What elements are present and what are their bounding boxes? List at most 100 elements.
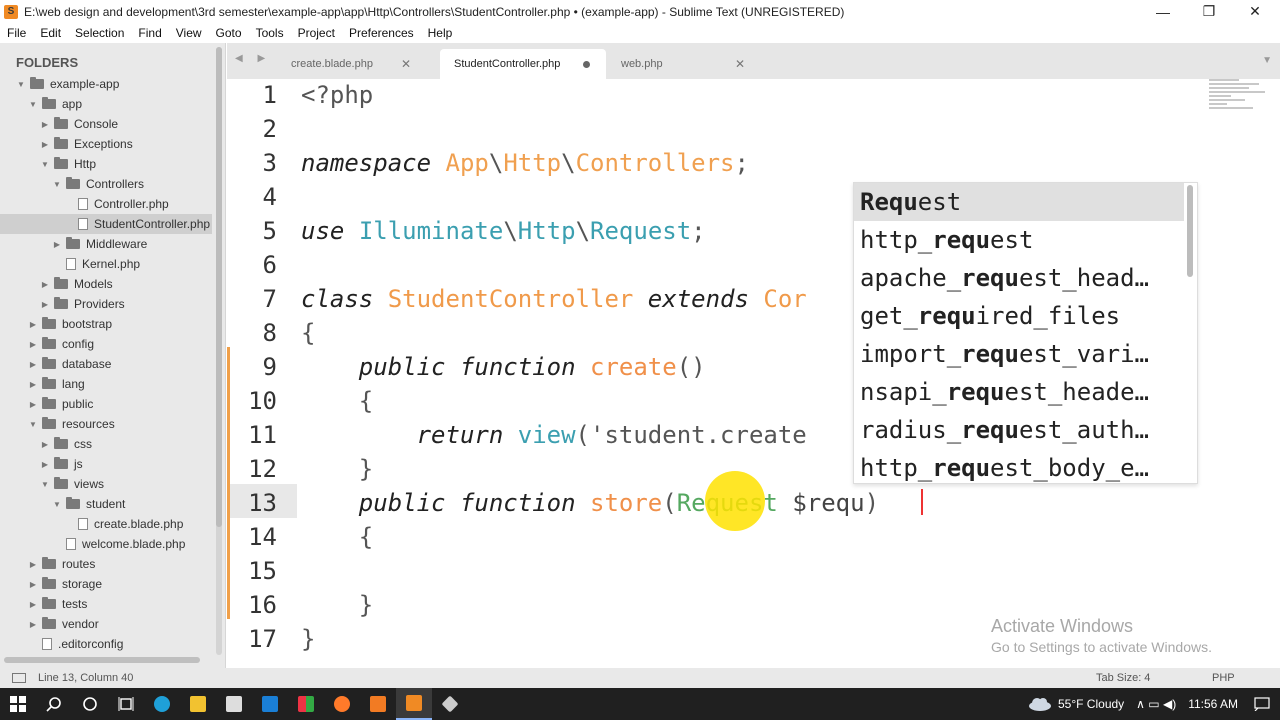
code-line[interactable]: } [301, 625, 315, 653]
panel-toggle-icon[interactable] [12, 673, 26, 683]
syntax-indicator[interactable]: PHP [1212, 672, 1235, 684]
code-line[interactable]: } [301, 591, 373, 619]
expand-right-icon[interactable]: ▶ [52, 240, 62, 249]
code-line[interactable]: { [301, 319, 315, 347]
mail-icon[interactable] [252, 688, 288, 720]
tab-close-icon[interactable]: ✕ [735, 57, 745, 71]
expand-right-icon[interactable]: ▶ [28, 400, 38, 409]
autocomplete-item[interactable]: radius_ requ est_auth… [854, 411, 1184, 449]
expand-right-icon[interactable]: ▶ [40, 280, 50, 289]
autocomplete-scrollbar[interactable] [1187, 185, 1193, 277]
expand-down-icon[interactable]: ▼ [16, 80, 26, 89]
tree-folder[interactable]: ▶ bootstrap [0, 314, 212, 334]
tree-file[interactable]: Kernel.php [0, 254, 212, 274]
tree-file[interactable]: .editorconfig [0, 634, 212, 654]
task-view-icon[interactable] [108, 688, 144, 720]
tree-folder[interactable]: ▼ resources [0, 414, 212, 434]
weather-text[interactable]: 55°F Cloudy [1058, 697, 1124, 711]
tree-folder[interactable]: ▼ views [0, 474, 212, 494]
tree-folder[interactable]: ▼ Http [0, 154, 212, 174]
expand-right-icon[interactable]: ▶ [28, 560, 38, 569]
minimize-button[interactable]: — [1140, 0, 1186, 23]
menu-project[interactable]: Project [291, 26, 342, 40]
code-line[interactable]: namespace App\Http\Controllers; [301, 149, 749, 177]
expand-right-icon[interactable]: ▶ [40, 140, 50, 149]
expand-down-icon[interactable]: ▼ [28, 100, 38, 109]
tree-folder[interactable]: ▶ Console [0, 114, 212, 134]
expand-right-icon[interactable]: ▶ [40, 440, 50, 449]
autocomplete-item[interactable]: apache_ requ est_head… [854, 259, 1184, 297]
tree-folder[interactable]: ▶ storage [0, 574, 212, 594]
maximize-button[interactable]: ❐ [1186, 0, 1232, 23]
minimap[interactable] [1209, 79, 1269, 115]
expand-right-icon[interactable]: ▶ [28, 320, 38, 329]
menu-view[interactable]: View [169, 26, 209, 40]
menu-selection[interactable]: Selection [68, 26, 131, 40]
tab-create-blade[interactable]: create.blade.php ✕ [277, 49, 423, 79]
code-line[interactable]: public function create() [301, 353, 706, 381]
notification-icon[interactable] [1254, 697, 1270, 711]
tree-file[interactable]: create.blade.php [0, 514, 212, 534]
tree-folder[interactable]: ▶ Models [0, 274, 212, 294]
tree-folder[interactable]: ▼ app [0, 94, 212, 114]
expand-right-icon[interactable]: ▶ [28, 580, 38, 589]
store-icon[interactable] [216, 688, 252, 720]
menu-help[interactable]: Help [421, 26, 460, 40]
tree-file[interactable]: Controller.php [0, 194, 212, 214]
sidebar-scrollbar-thumb[interactable] [216, 47, 222, 527]
tab-close-icon[interactable]: ✕ [401, 57, 411, 71]
expand-down-icon[interactable]: ▼ [52, 180, 62, 189]
autocomplete-item[interactable]: http_ requ est_body_e… [854, 449, 1184, 487]
tree-folder[interactable]: ▶ tests [0, 594, 212, 614]
autocomplete-item[interactable]: import_ requ est_vari… [854, 335, 1184, 373]
menu-edit[interactable]: Edit [33, 26, 68, 40]
menu-file[interactable]: File [0, 26, 33, 40]
code-line[interactable]: return view('student.create [301, 421, 807, 449]
edge-icon[interactable] [144, 688, 180, 720]
autocomplete-item[interactable]: http_ requ est [854, 221, 1184, 259]
expand-right-icon[interactable]: ▶ [28, 340, 38, 349]
tab-size-indicator[interactable]: Tab Size: 4 [1096, 672, 1150, 684]
tree-folder[interactable]: ▼ example-app [0, 74, 212, 94]
office-icon[interactable] [288, 688, 324, 720]
tree-folder[interactable]: ▼ Controllers [0, 174, 212, 194]
expand-right-icon[interactable]: ▶ [28, 620, 38, 629]
xampp-icon[interactable] [360, 688, 396, 720]
tree-folder[interactable]: ▼ student [0, 494, 212, 514]
expand-down-icon[interactable]: ▼ [40, 480, 50, 489]
expand-right-icon[interactable]: ▶ [28, 600, 38, 609]
menu-find[interactable]: Find [131, 26, 168, 40]
tree-folder[interactable]: ▶ Middleware [0, 234, 212, 254]
tab-list-dropdown-icon[interactable]: ▼ [1262, 55, 1272, 66]
close-window-button[interactable]: ✕ [1232, 0, 1278, 23]
expand-right-icon[interactable]: ▶ [28, 360, 38, 369]
autocomplete-item[interactable]: Requ est [854, 183, 1184, 221]
tree-folder[interactable]: ▶ Exceptions [0, 134, 212, 154]
clock[interactable]: 11:56 AM [1188, 697, 1238, 711]
code-line[interactable]: class StudentController extends Cor [301, 285, 807, 313]
autocomplete-item[interactable]: get_ requ ired_files [854, 297, 1184, 335]
expand-right-icon[interactable]: ▶ [40, 300, 50, 309]
expand-right-icon[interactable]: ▶ [40, 460, 50, 469]
code-line[interactable]: { [301, 387, 373, 415]
expand-down-icon[interactable]: ▼ [52, 500, 62, 509]
git-icon[interactable] [432, 688, 468, 720]
tray-icons[interactable]: ∧ ▭ ◀) [1136, 697, 1176, 711]
code-line[interactable]: } [301, 455, 373, 483]
expand-down-icon[interactable]: ▼ [28, 420, 38, 429]
tree-folder[interactable]: ▶ css [0, 434, 212, 454]
expand-right-icon[interactable]: ▶ [40, 120, 50, 129]
expand-down-icon[interactable]: ▼ [40, 160, 50, 169]
file-explorer-icon[interactable] [180, 688, 216, 720]
tab-student-controller[interactable]: StudentController.php [440, 49, 606, 79]
autocomplete-popup[interactable]: Requ est http_ requ est apache_ requ est_head… g… [853, 182, 1198, 484]
cortana-icon[interactable] [72, 688, 108, 720]
tree-file[interactable]: welcome.blade.php [0, 534, 212, 554]
code-line[interactable]: public function store(Request $requ) [301, 489, 879, 517]
tree-folder[interactable]: ▶ Providers [0, 294, 212, 314]
sidebar-horizontal-scrollbar[interactable] [4, 657, 200, 663]
code-line[interactable]: <?php [301, 81, 373, 109]
menu-preferences[interactable]: Preferences [342, 26, 421, 40]
tab-nav-arrows-icon[interactable]: ◀ ▶ [235, 53, 271, 64]
sublime-text-taskbar-icon[interactable] [396, 688, 432, 720]
